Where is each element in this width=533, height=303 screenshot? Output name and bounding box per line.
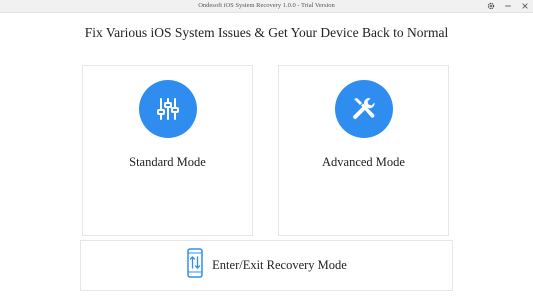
title-bar: Ondesoft iOS System Recovery 1.0.0 - Tri… [0,0,533,13]
advanced-mode-label: Advanced Mode [322,155,405,169]
tools-icon [335,80,393,138]
advanced-mode-button[interactable]: Advanced Mode [278,65,449,236]
window-title: Ondesoft iOS System Recovery 1.0.0 - Tri… [198,2,335,9]
phone-arrows-icon [186,248,204,283]
standard-mode-label: Standard Mode [129,155,206,169]
recovery-mode-label: Enter/Exit Recovery Mode [212,258,347,272]
window-controls [486,0,529,12]
minimize-icon[interactable] [503,2,512,11]
close-icon[interactable] [520,2,529,11]
app-window: Ondesoft iOS System Recovery 1.0.0 - Tri… [0,0,533,303]
page-heading: Fix Various iOS System Issues & Get Your… [84,25,449,40]
standard-mode-button[interactable]: Standard Mode [82,65,253,236]
recovery-mode-button[interactable]: Enter/Exit Recovery Mode [80,240,453,291]
sliders-icon [139,80,197,138]
settings-icon[interactable] [486,2,495,11]
